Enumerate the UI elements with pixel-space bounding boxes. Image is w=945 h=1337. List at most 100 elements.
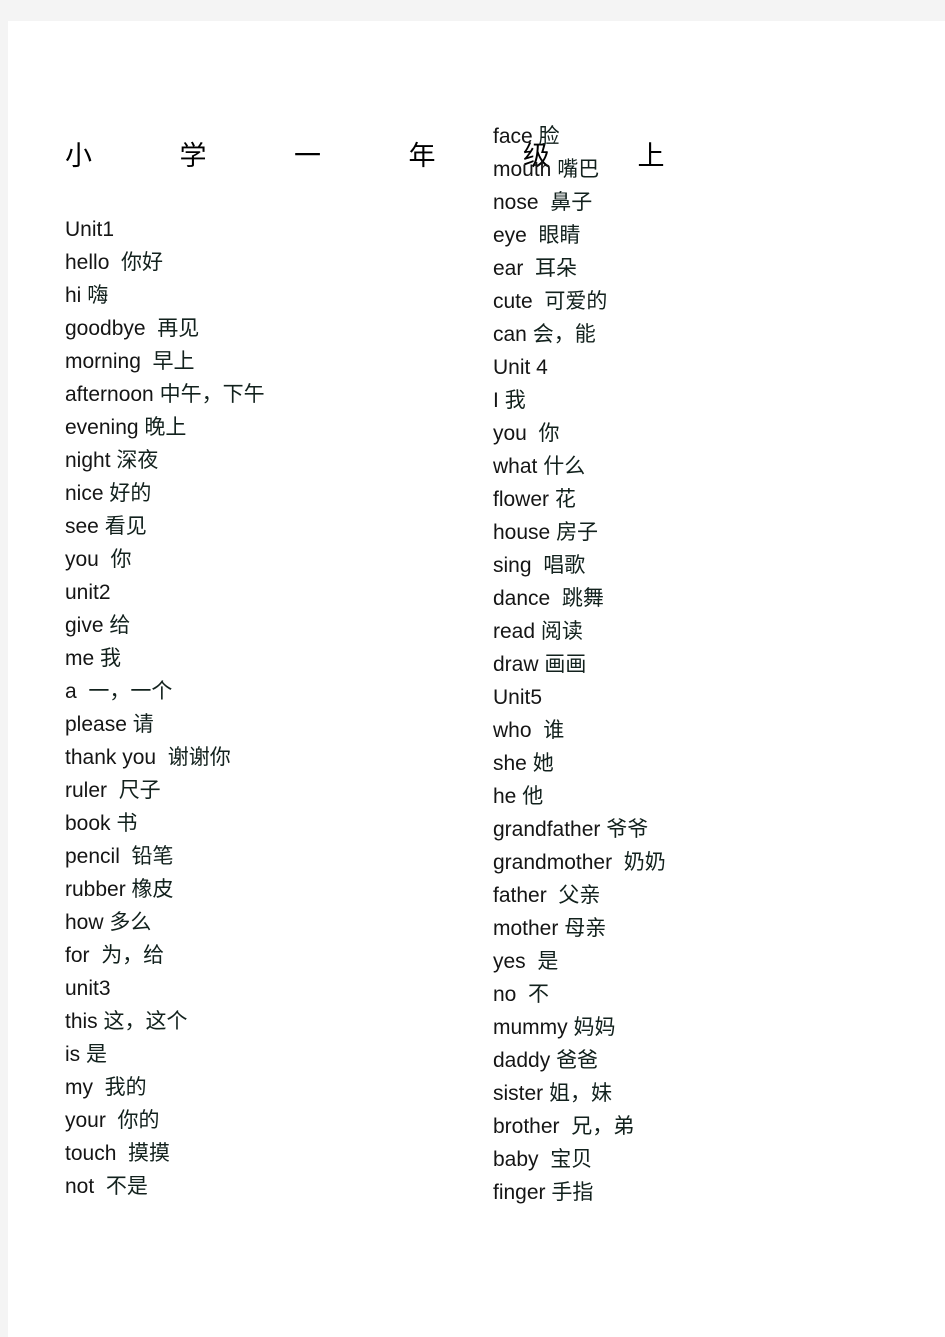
vocabulary-chinese-gloss: 请 <box>132 712 154 736</box>
vocabulary-chinese-gloss: 手指 <box>551 1180 594 1204</box>
vocabulary-entry: touch 摸摸 <box>65 1137 465 1170</box>
vocabulary-chinese-gloss: 姐，妹 <box>549 1081 613 1105</box>
vocabulary-entry: brother 兄，弟 <box>493 1110 913 1143</box>
vocabulary-chinese-gloss: 嘴巴 <box>557 157 600 181</box>
vocabulary-english-term: this <box>65 1010 98 1033</box>
vocabulary-separator <box>532 719 544 742</box>
vocabulary-english-term: goodbye <box>65 317 146 340</box>
vocabulary-english-term: sister <box>493 1082 544 1105</box>
vocabulary-entry: cute 可爱的 <box>493 285 913 318</box>
vocabulary-english-term: Unit5 <box>493 686 543 709</box>
vocabulary-entry: mother 母亲 <box>493 912 913 945</box>
vocabulary-english-term: what <box>493 455 538 478</box>
vocabulary-chinese-gloss: 看见 <box>104 514 147 538</box>
vocabulary-entry: thank you 谢谢你 <box>65 741 465 774</box>
vocabulary-entry: read 阅读 <box>493 615 913 648</box>
vocabulary-entry: no 不 <box>493 978 913 1011</box>
vocabulary-separator <box>612 851 624 874</box>
vocabulary-english-term: book <box>65 812 111 835</box>
vocabulary-chinese-gloss: 可爱的 <box>544 289 608 313</box>
vocabulary-chinese-gloss: 是 <box>86 1042 108 1066</box>
vocabulary-entry: flower 花 <box>493 483 913 516</box>
vocabulary-chinese-gloss: 爸爸 <box>556 1048 599 1072</box>
vocabulary-entry: you 你 <box>65 543 465 576</box>
vocabulary-entry: hi 嗨 <box>65 279 465 312</box>
vocabulary-entry: daddy 爸爸 <box>493 1044 913 1077</box>
vocabulary-entry: my 我的 <box>65 1071 465 1104</box>
vocabulary-entry: he 他 <box>493 780 913 813</box>
vocabulary-chinese-gloss: 中午，下午 <box>159 382 265 406</box>
vocabulary-chinese-gloss: 你好 <box>121 250 164 274</box>
vocabulary-chinese-gloss: 铅笔 <box>131 844 174 868</box>
vocabulary-chinese-gloss: 是 <box>537 949 559 973</box>
vocabulary-english-term: Unit 4 <box>493 356 548 379</box>
vocabulary-entry: you 你 <box>493 417 913 450</box>
vocabulary-english-term: is <box>65 1043 81 1066</box>
vocabulary-chinese-gloss: 这，这个 <box>103 1009 188 1033</box>
vocabulary-separator <box>77 680 89 703</box>
vocabulary-english-term: night <box>65 449 111 472</box>
vocabulary-entry: rubber 橡皮 <box>65 873 465 906</box>
vocabulary-english-term: brother <box>493 1115 560 1138</box>
vocabulary-english-term: dance <box>493 587 551 610</box>
vocabulary-chinese-gloss: 我的 <box>104 1075 147 1099</box>
vocabulary-entry: this 这，这个 <box>65 1005 465 1038</box>
vocabulary-english-term: a <box>65 680 77 703</box>
vocabulary-english-term: no <box>493 983 517 1006</box>
vocabulary-english-term: you <box>493 422 527 445</box>
vocabulary-entry: ear 耳朵 <box>493 252 913 285</box>
vocabulary-chinese-gloss: 耳朵 <box>535 256 578 280</box>
vocabulary-english-term: grandmother <box>493 851 613 874</box>
vocabulary-chinese-gloss: 花 <box>554 487 576 511</box>
vocabulary-chinese-gloss: 母亲 <box>564 916 607 940</box>
vocabulary-chinese-gloss: 爷爷 <box>606 817 649 841</box>
vocabulary-chinese-gloss: 宝贝 <box>550 1147 593 1171</box>
vocabulary-english-term: father <box>493 884 547 907</box>
vocabulary-entry: eye 眼睛 <box>493 219 913 252</box>
vocabulary-entry: Unit 4 <box>493 351 913 384</box>
vocabulary-separator <box>533 290 545 313</box>
vocabulary-entry: a 一，一个 <box>65 675 465 708</box>
vocabulary-chinese-gloss: 好的 <box>109 481 152 505</box>
vocabulary-english-term: see <box>65 515 99 538</box>
vocabulary-chinese-gloss: 他 <box>522 784 544 808</box>
vocabulary-chinese-gloss: 尺子 <box>118 778 161 802</box>
vocabulary-entry: baby 宝贝 <box>493 1143 913 1176</box>
vocabulary-chinese-gloss: 你 <box>110 547 132 571</box>
vocabulary-entry: dance 跳舞 <box>493 582 913 615</box>
vocabulary-english-term: Unit1 <box>65 218 115 241</box>
vocabulary-entry: unit2 <box>65 576 465 609</box>
vocabulary-chinese-gloss: 阅读 <box>540 619 583 643</box>
vocabulary-english-term: grandfather <box>493 818 601 841</box>
vocabulary-entry: please 请 <box>65 708 465 741</box>
vocabulary-chinese-gloss: 房子 <box>556 520 599 544</box>
vocabulary-english-term: your <box>65 1109 106 1132</box>
vocabulary-separator <box>560 1115 572 1138</box>
vocabulary-entry: see 看见 <box>65 510 465 543</box>
vocabulary-chinese-gloss: 一，一个 <box>88 679 173 703</box>
vocabulary-english-term: thank you <box>65 746 157 769</box>
vocabulary-chinese-gloss: 画画 <box>544 652 587 676</box>
vocabulary-separator <box>532 554 544 577</box>
vocabulary-chinese-gloss: 晚上 <box>144 415 187 439</box>
document-page: 小 学 一 年 级 上 Unit1 hello 你好 hi 嗨 goodbye 再见 m… <box>8 21 945 1337</box>
vocabulary-chinese-gloss: 鼻子 <box>550 190 593 214</box>
vocabulary-english-term: hello <box>65 251 110 274</box>
vocabulary-chinese-gloss: 谢谢你 <box>167 745 231 769</box>
vocabulary-english-term: mother <box>493 917 559 940</box>
vocabulary-separator <box>120 845 132 868</box>
vocabulary-entry: goodbye 再见 <box>65 312 465 345</box>
vocabulary-entry: your 你的 <box>65 1104 465 1137</box>
vocabulary-entry: she 她 <box>493 747 913 780</box>
vocabulary-entry: grandfather 爷爷 <box>493 813 913 846</box>
vocabulary-english-term: mouth <box>493 158 552 181</box>
vocabulary-english-term: touch <box>65 1142 117 1165</box>
vocabulary-entry: hello 你好 <box>65 246 465 279</box>
vocabulary-chinese-gloss: 会，能 <box>532 322 596 346</box>
vocabulary-chinese-gloss: 唱歌 <box>543 553 586 577</box>
vocabulary-entry: father 父亲 <box>493 879 913 912</box>
vocabulary-separator <box>550 587 562 610</box>
vocabulary-english-term: unit3 <box>65 977 111 1000</box>
vocabulary-english-term: how <box>65 911 104 934</box>
vocabulary-chinese-gloss: 不 <box>528 982 550 1006</box>
